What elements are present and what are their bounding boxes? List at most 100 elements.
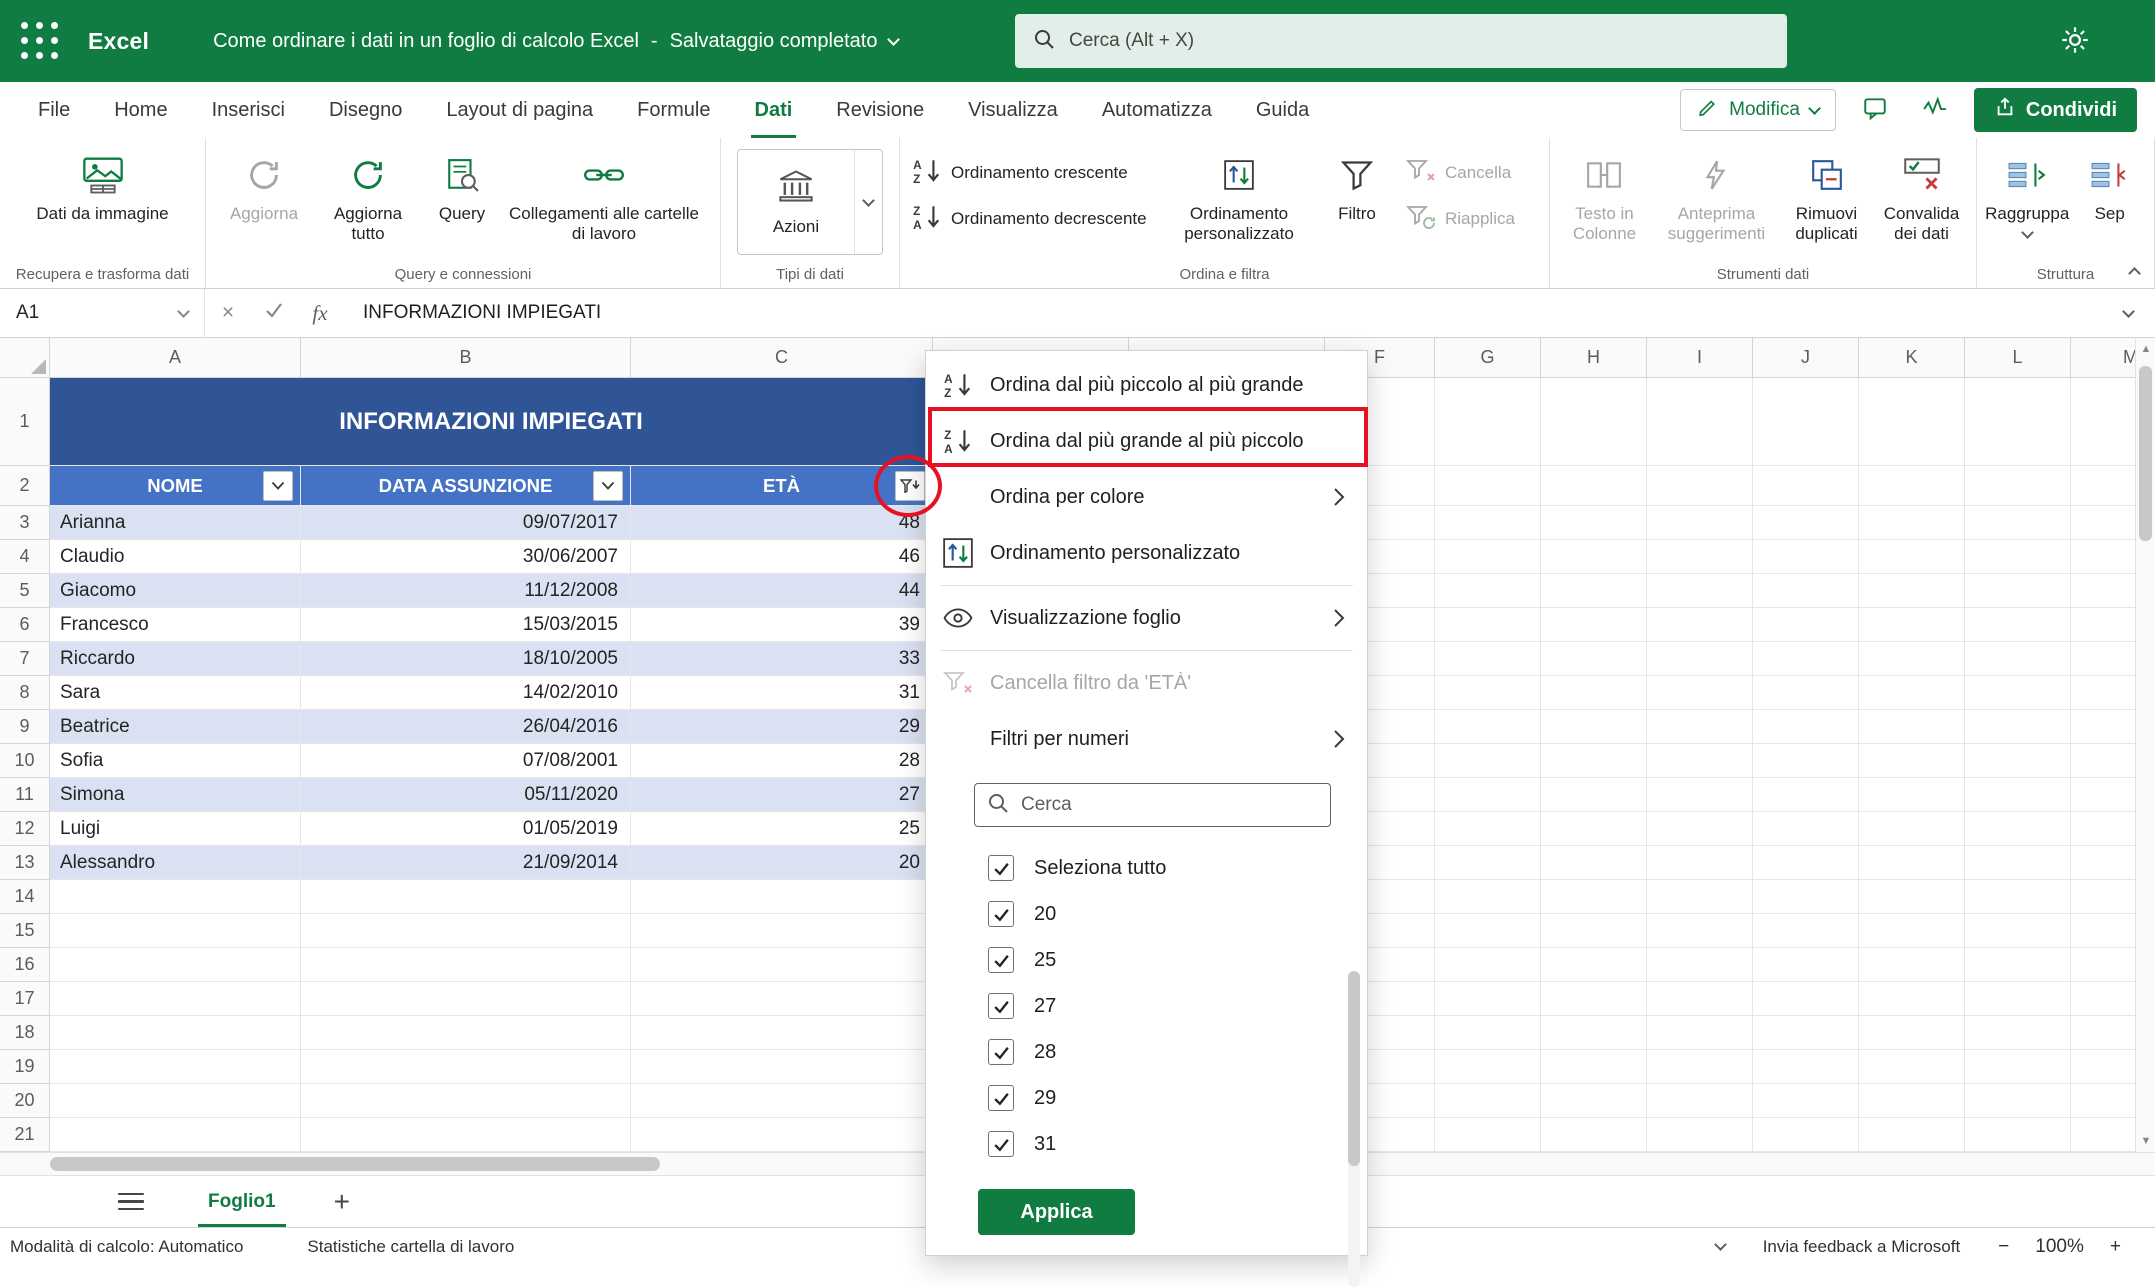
cell-H8[interactable] xyxy=(1541,676,1647,710)
cell-B17[interactable] xyxy=(301,982,631,1016)
cell-I5[interactable] xyxy=(1647,574,1753,608)
tab-visualizza[interactable]: Visualizza xyxy=(946,82,1080,138)
row-header-14[interactable]: 14 xyxy=(0,880,50,914)
feedback-link[interactable]: Invia feedback a Microsoft xyxy=(1763,1237,1960,1257)
ordinamento-decrescente-button[interactable]: ZA Ordinamento decrescente xyxy=(906,202,1164,236)
cell-J15[interactable] xyxy=(1753,914,1859,948)
vertical-scrollbar[interactable]: ▲ ▼ xyxy=(2135,338,2155,1152)
cell-H12[interactable] xyxy=(1541,812,1647,846)
cell-L21[interactable] xyxy=(1965,1118,2071,1152)
row-header-4[interactable]: 4 xyxy=(0,540,50,574)
cell-L13[interactable] xyxy=(1965,846,2071,880)
cell-A17[interactable] xyxy=(50,982,301,1016)
cell-L20[interactable] xyxy=(1965,1084,2071,1118)
cell-I11[interactable] xyxy=(1647,778,1753,812)
cell-C15[interactable] xyxy=(631,914,933,948)
scroll-up-arrow[interactable]: ▲ xyxy=(2136,338,2155,360)
collegamenti-button[interactable]: Collegamenti alle cartelle di lavoro xyxy=(504,144,704,244)
row-header-8[interactable]: 8 xyxy=(0,676,50,710)
column-header-K[interactable]: K xyxy=(1859,338,1965,378)
cell-H1[interactable] xyxy=(1541,378,1647,466)
cell-K15[interactable] xyxy=(1859,914,1965,948)
scroll-down-arrow[interactable]: ▼ xyxy=(2136,1130,2155,1152)
cell-J7[interactable] xyxy=(1753,642,1859,676)
filter-list-scroll-thumb[interactable] xyxy=(1348,971,1360,1166)
cell-K11[interactable] xyxy=(1859,778,1965,812)
cell-B4[interactable]: 30/06/2007 xyxy=(301,540,631,574)
comments-button[interactable] xyxy=(1854,89,1896,131)
cell-H5[interactable] xyxy=(1541,574,1647,608)
app-launcher-icon[interactable] xyxy=(18,19,62,63)
name-box[interactable]: A1 xyxy=(0,289,205,337)
cell-H16[interactable] xyxy=(1541,948,1647,982)
cell-I3[interactable] xyxy=(1647,506,1753,540)
cell-K10[interactable] xyxy=(1859,744,1965,778)
document-title[interactable]: Come ordinare i dati in un foglio di cal… xyxy=(213,30,898,53)
cell-B12[interactable]: 01/05/2019 xyxy=(301,812,631,846)
cell-A9[interactable]: Beatrice xyxy=(50,710,301,744)
row-header-12[interactable]: 12 xyxy=(0,812,50,846)
cell-K13[interactable] xyxy=(1859,846,1965,880)
cell-L1[interactable] xyxy=(1965,378,2071,466)
cell-H17[interactable] xyxy=(1541,982,1647,1016)
cell-G2[interactable] xyxy=(1435,466,1541,506)
cell-C8[interactable]: 31 xyxy=(631,676,933,710)
cell-L14[interactable] xyxy=(1965,880,2071,914)
cell-L11[interactable] xyxy=(1965,778,2071,812)
sheet-tab-foglio1[interactable]: Foglio1 xyxy=(188,1176,296,1227)
cell-I15[interactable] xyxy=(1647,914,1753,948)
cell-K18[interactable] xyxy=(1859,1016,1965,1050)
azioni-gallery[interactable]: Azioni xyxy=(737,149,883,255)
cell-B11[interactable]: 05/11/2020 xyxy=(301,778,631,812)
cell-I2[interactable] xyxy=(1647,466,1753,506)
calc-mode-status[interactable]: Modalità di calcolo: Automatico xyxy=(10,1237,243,1257)
filter-checkbox-31[interactable]: 31 xyxy=(988,1121,1367,1167)
cell-I16[interactable] xyxy=(1647,948,1753,982)
row-header-16[interactable]: 16 xyxy=(0,948,50,982)
cell-A11[interactable]: Simona xyxy=(50,778,301,812)
filtro-button[interactable]: Filtro xyxy=(1314,144,1400,224)
cell-H20[interactable] xyxy=(1541,1084,1647,1118)
cell-K2[interactable] xyxy=(1859,466,1965,506)
cell-B5[interactable]: 11/12/2008 xyxy=(301,574,631,608)
cell-I14[interactable] xyxy=(1647,880,1753,914)
horizontal-scroll-thumb[interactable] xyxy=(50,1157,660,1171)
row-header-13[interactable]: 13 xyxy=(0,846,50,880)
table-header-nome[interactable]: NOME xyxy=(50,466,301,506)
filter-menu-item-1[interactable]: AZOrdina dal più piccolo al più grande xyxy=(926,357,1367,413)
row-header-9[interactable]: 9 xyxy=(0,710,50,744)
cell-G19[interactable] xyxy=(1435,1050,1541,1084)
confirm-entry-button[interactable] xyxy=(251,289,297,337)
sheet-list-menu-icon[interactable] xyxy=(118,1176,144,1227)
cell-K17[interactable] xyxy=(1859,982,1965,1016)
applica-button[interactable]: Applica xyxy=(978,1189,1135,1235)
cell-C12[interactable]: 25 xyxy=(631,812,933,846)
filter-search-box[interactable] xyxy=(974,783,1331,827)
cell-B13[interactable]: 21/09/2014 xyxy=(301,846,631,880)
cell-C9[interactable]: 29 xyxy=(631,710,933,744)
row-header-2[interactable]: 2 xyxy=(0,466,50,506)
cell-K3[interactable] xyxy=(1859,506,1965,540)
cell-K8[interactable] xyxy=(1859,676,1965,710)
zoom-out-button[interactable]: − xyxy=(1998,1236,2009,1258)
cell-B18[interactable] xyxy=(301,1016,631,1050)
cell-C4[interactable]: 46 xyxy=(631,540,933,574)
cell-G17[interactable] xyxy=(1435,982,1541,1016)
insert-function-button[interactable]: fx xyxy=(297,289,343,337)
cell-G9[interactable] xyxy=(1435,710,1541,744)
cell-I13[interactable] xyxy=(1647,846,1753,880)
search-input[interactable] xyxy=(1069,30,1769,52)
tab-formule[interactable]: Formule xyxy=(615,82,732,138)
cell-I12[interactable] xyxy=(1647,812,1753,846)
cell-C6[interactable]: 39 xyxy=(631,608,933,642)
tab-inserisci[interactable]: Inserisci xyxy=(190,82,307,138)
cell-J1[interactable] xyxy=(1753,378,1859,466)
cell-G4[interactable] xyxy=(1435,540,1541,574)
rimuovi-duplicati-button[interactable]: Rimuovi duplicati xyxy=(1780,144,1873,244)
cell-G11[interactable] xyxy=(1435,778,1541,812)
activity-button[interactable] xyxy=(1914,89,1956,131)
cell-H10[interactable] xyxy=(1541,744,1647,778)
cell-G15[interactable] xyxy=(1435,914,1541,948)
ordinamento-crescente-button[interactable]: AZ Ordinamento crescente xyxy=(906,156,1164,190)
column-header-B[interactable]: B xyxy=(301,338,631,378)
